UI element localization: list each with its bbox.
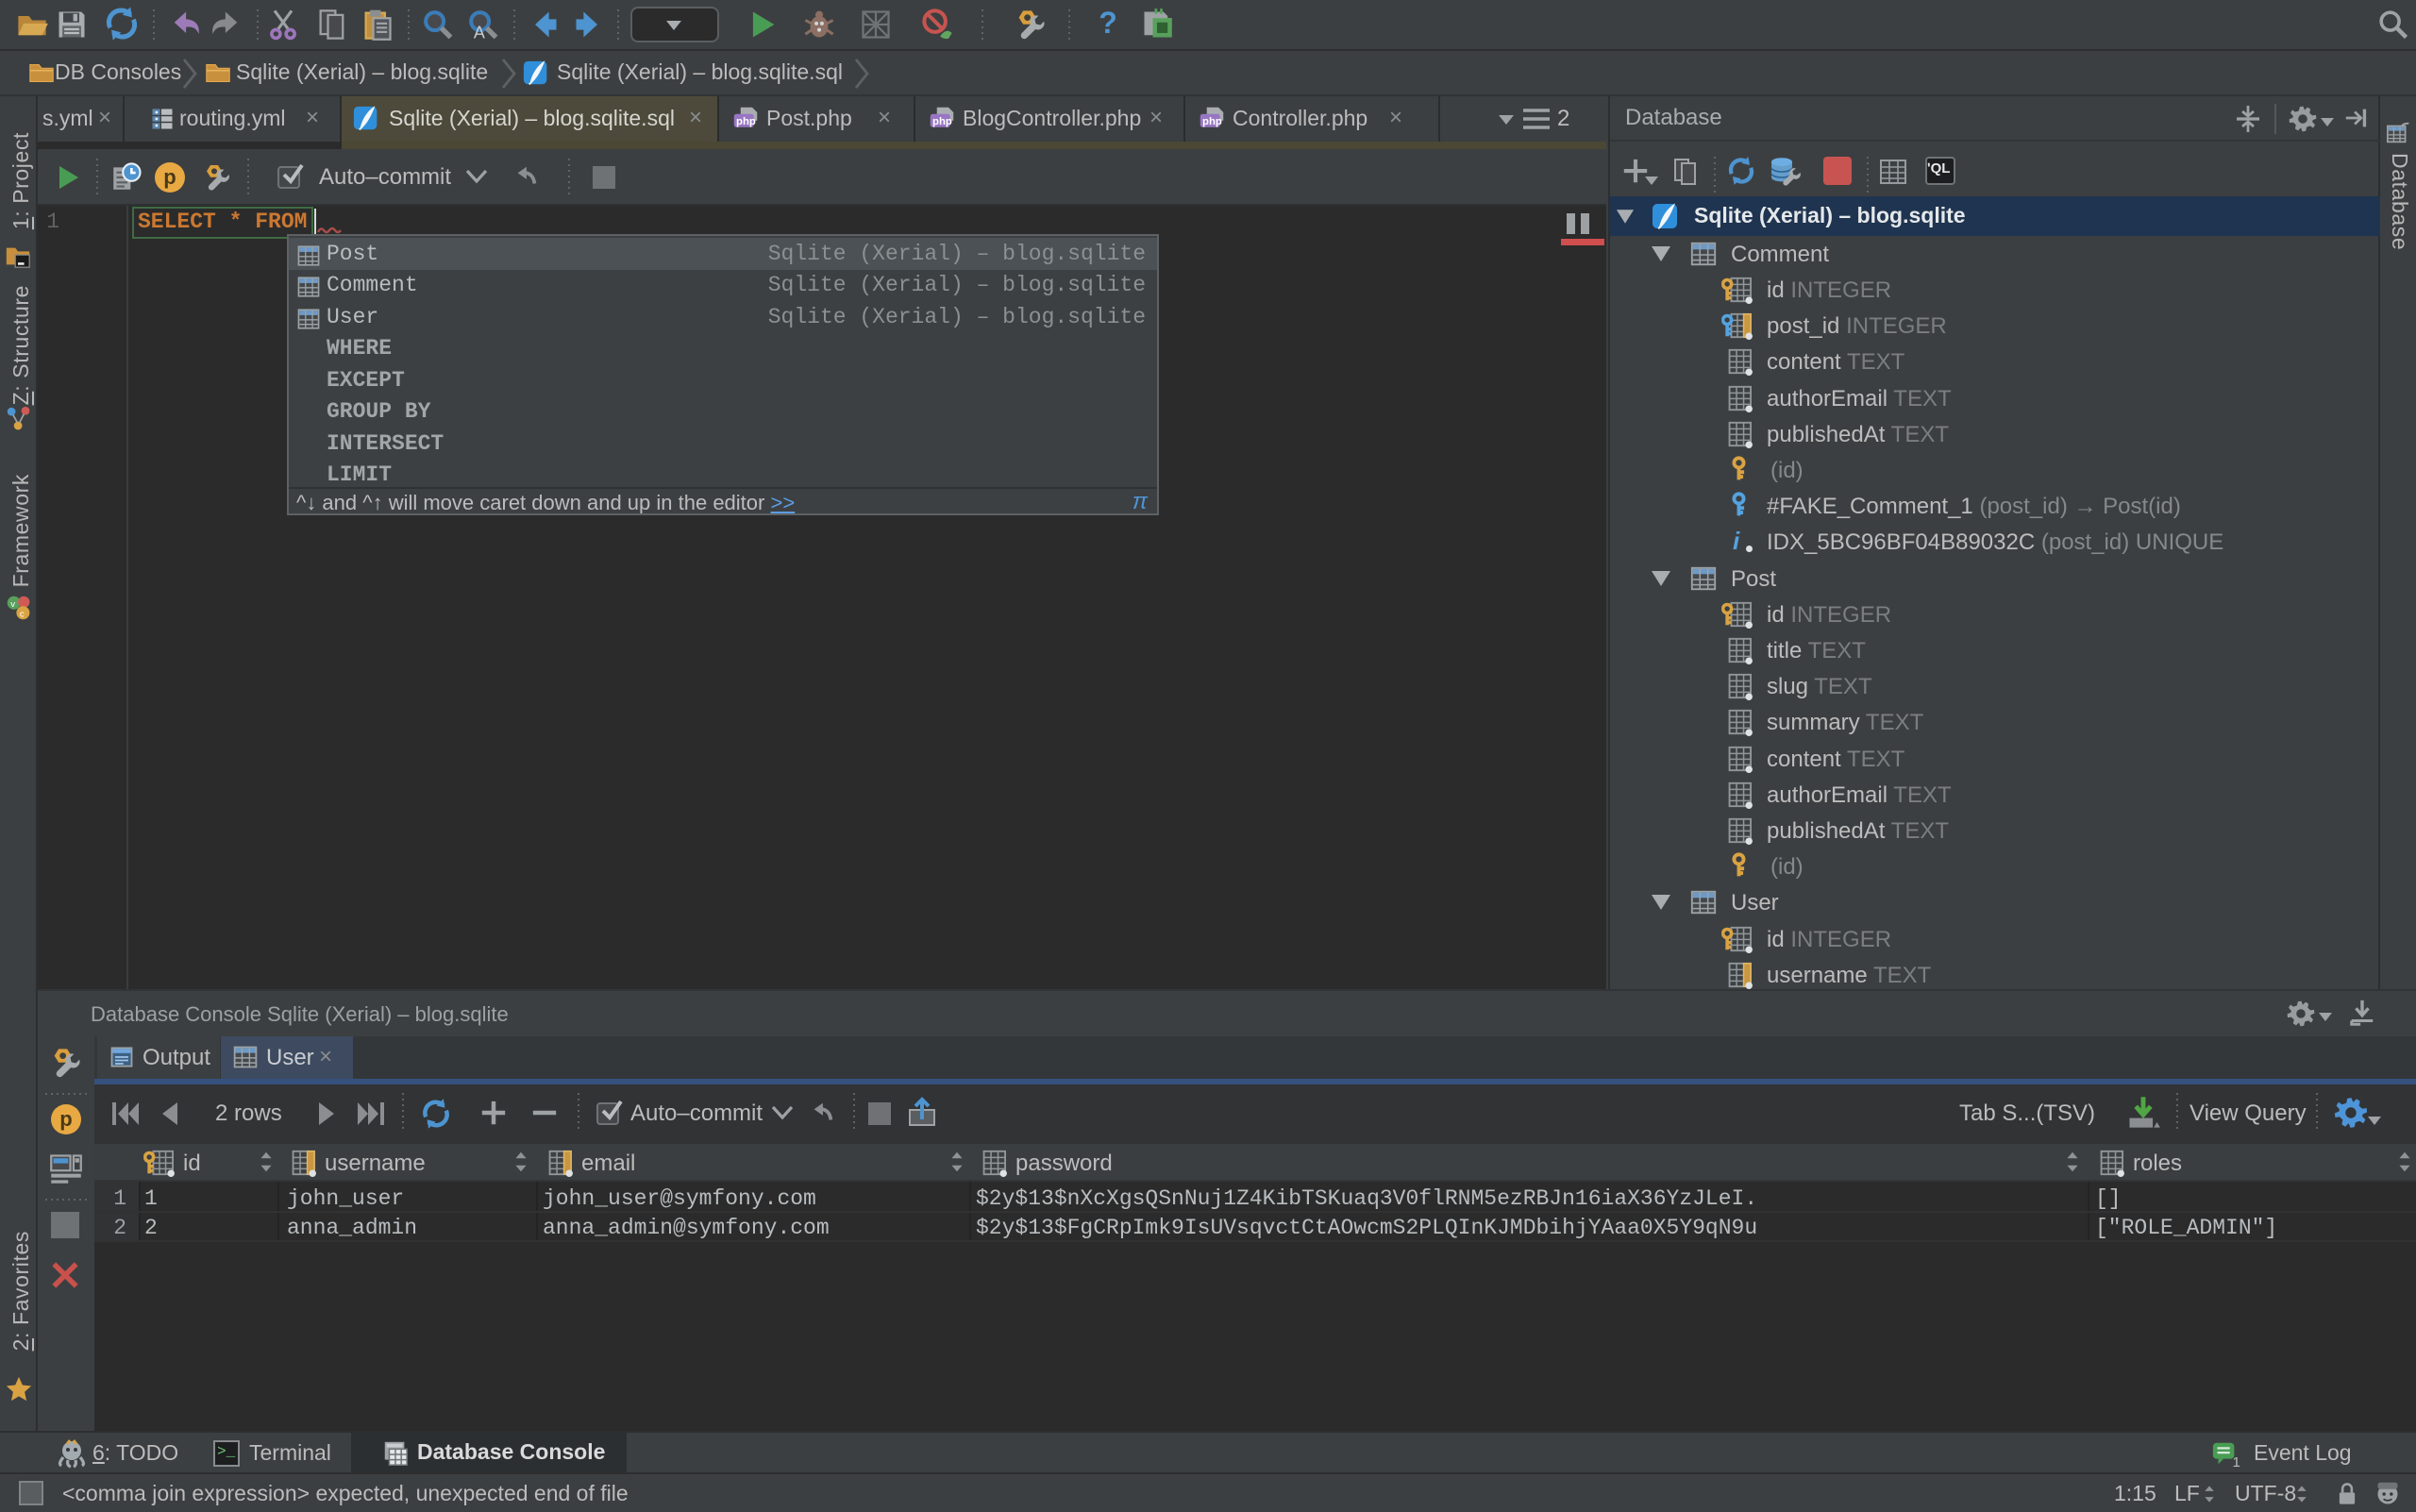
svg-text:v: v (10, 599, 15, 610)
svg-text:php: php (1202, 116, 1222, 127)
svg-text:1: 1 (2233, 1454, 2240, 1468)
svg-text:c: c (20, 610, 25, 620)
svg-text:php: php (932, 116, 952, 127)
svg-text:php: php (736, 116, 756, 127)
svg-text:A: A (474, 24, 485, 42)
